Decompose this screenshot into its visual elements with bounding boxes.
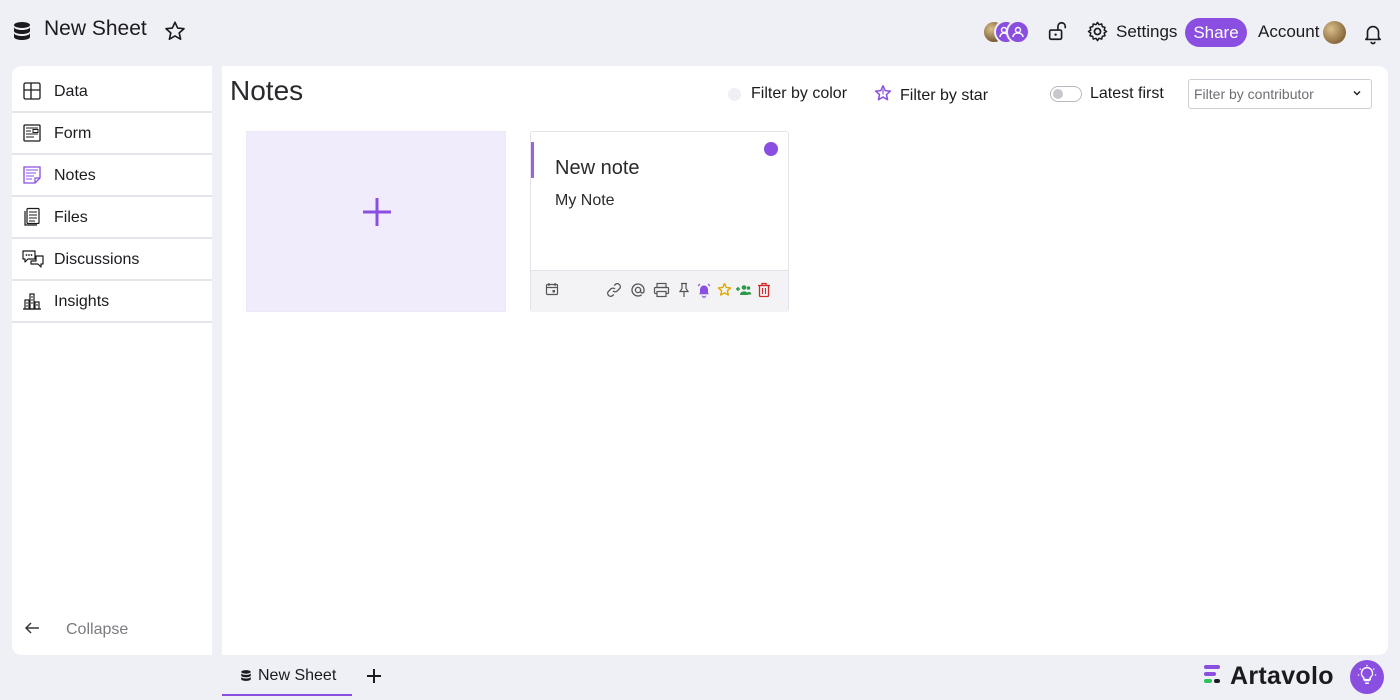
filter-by-star-button[interactable]: Filter by star bbox=[874, 84, 988, 107]
settings-button[interactable]: Settings bbox=[1116, 22, 1177, 42]
collapse-label: Collapse bbox=[66, 620, 129, 638]
settings-gear-icon[interactable] bbox=[1086, 20, 1109, 43]
delete-trash-icon[interactable] bbox=[757, 282, 773, 298]
sidebar-item-discussions[interactable]: Discussions bbox=[12, 239, 212, 281]
add-sheet-plus-icon[interactable] bbox=[364, 666, 384, 691]
sheet-tab-new-sheet[interactable]: New Sheet bbox=[222, 656, 352, 696]
sidebar-resize-handle[interactable] bbox=[212, 66, 222, 655]
brand-name: Artavolo bbox=[1230, 662, 1334, 690]
sidebar-item-files[interactable]: Files bbox=[12, 197, 212, 239]
sidebar-item-label: Discussions bbox=[54, 251, 140, 268]
filter-by-star-label: Filter by star bbox=[900, 86, 989, 104]
sheet-tab-label: New Sheet bbox=[258, 667, 337, 684]
latest-first-toggle-group[interactable]: Latest first bbox=[1050, 85, 1164, 103]
notifications-bell-icon[interactable] bbox=[1362, 21, 1384, 45]
note-accent-bar bbox=[531, 142, 534, 178]
main-panel: Notes Filter by color Filter by star Lat… bbox=[222, 66, 1388, 655]
discussions-icon bbox=[22, 249, 44, 269]
account-avatar[interactable] bbox=[1323, 21, 1346, 44]
sidebar-item-label: Files bbox=[54, 209, 88, 226]
latest-first-toggle[interactable] bbox=[1050, 86, 1082, 102]
filter-by-contributor-select[interactable]: Filter by contributor bbox=[1188, 79, 1372, 109]
brand-logo: Artavolo bbox=[1202, 662, 1334, 691]
arrow-left-icon bbox=[24, 619, 44, 640]
collaborator-group-icon[interactable] bbox=[1006, 20, 1030, 44]
sidebar-item-label: Insights bbox=[54, 293, 110, 310]
chevron-down-icon bbox=[1351, 86, 1363, 102]
sidebar-item-label: Form bbox=[54, 125, 92, 142]
collaborators-group[interactable] bbox=[982, 20, 1030, 44]
sheet-title[interactable]: New Sheet bbox=[44, 17, 147, 41]
help-lightbulb-button[interactable] bbox=[1350, 660, 1384, 694]
link-icon[interactable] bbox=[606, 282, 622, 298]
collapse-sidebar-button[interactable]: Collapse bbox=[24, 619, 128, 640]
print-icon[interactable] bbox=[653, 282, 670, 298]
add-contributor-icon[interactable] bbox=[735, 282, 752, 298]
mention-at-icon[interactable] bbox=[630, 282, 646, 298]
latest-first-label: Latest first bbox=[1090, 85, 1164, 102]
sidebar-item-label: Notes bbox=[54, 167, 96, 184]
sidebar-item-label: Data bbox=[54, 83, 88, 100]
files-icon bbox=[22, 207, 42, 227]
note-toolbar bbox=[531, 270, 788, 312]
filter-by-color-label: Filter by color bbox=[751, 85, 848, 102]
sidebar-item-insights[interactable]: Insights bbox=[12, 281, 212, 323]
pin-icon[interactable] bbox=[678, 282, 694, 298]
unlock-icon[interactable] bbox=[1046, 20, 1068, 42]
sidebar-item-data[interactable]: Data bbox=[12, 71, 212, 113]
plus-icon bbox=[357, 192, 397, 237]
calendar-icon[interactable] bbox=[545, 282, 561, 298]
insights-icon bbox=[22, 291, 42, 311]
star-icon[interactable] bbox=[717, 282, 733, 298]
account-button[interactable]: Account bbox=[1258, 22, 1319, 42]
contributor-select-placeholder: Filter by contributor bbox=[1194, 86, 1314, 102]
database-icon bbox=[240, 669, 252, 687]
sidebar: Data Form Notes Files Discussions Insigh… bbox=[12, 66, 212, 655]
database-icon bbox=[12, 21, 32, 41]
brand-mark-icon bbox=[1202, 663, 1224, 690]
notes-icon bbox=[22, 165, 42, 185]
color-swatch-icon bbox=[728, 87, 741, 101]
share-button[interactable]: Share bbox=[1185, 18, 1247, 47]
favorite-star-icon[interactable] bbox=[164, 20, 186, 42]
form-icon bbox=[22, 123, 42, 143]
reminder-bell-icon[interactable] bbox=[696, 282, 712, 298]
star-sparkle-icon bbox=[874, 84, 892, 107]
note-color-picker[interactable] bbox=[764, 142, 778, 156]
lightbulb-icon bbox=[1356, 664, 1378, 691]
add-note-card[interactable] bbox=[246, 131, 506, 312]
page-title: Notes bbox=[230, 75, 304, 106]
sidebar-item-notes[interactable]: Notes bbox=[12, 155, 212, 197]
note-title[interactable]: New note bbox=[555, 157, 640, 180]
table-grid-icon bbox=[22, 81, 42, 101]
note-card[interactable]: New note My Note bbox=[530, 131, 789, 312]
note-body[interactable]: My Note bbox=[555, 192, 615, 210]
top-bar: New Sheet Settings Share Account bbox=[0, 0, 1400, 64]
sidebar-item-form[interactable]: Form bbox=[12, 113, 212, 155]
filter-by-color-button[interactable]: Filter by color bbox=[728, 85, 847, 103]
